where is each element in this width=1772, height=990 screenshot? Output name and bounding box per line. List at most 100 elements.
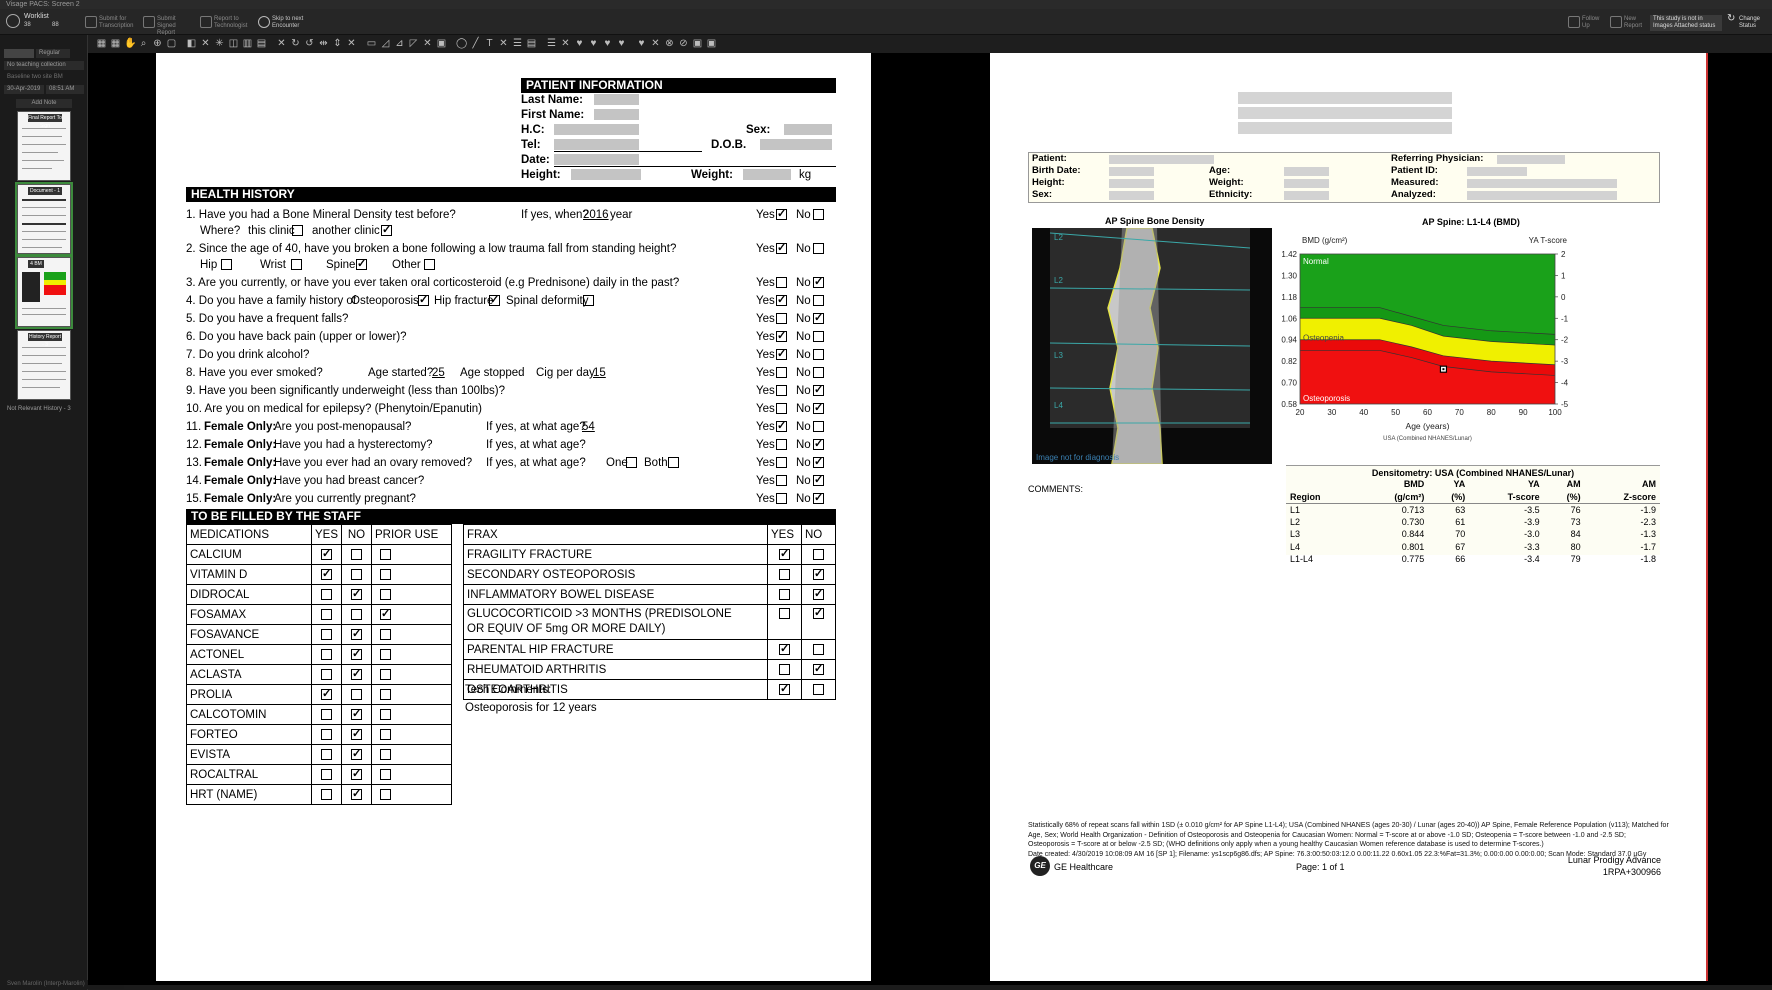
checkbox[interactable]: [321, 628, 332, 640]
tool-icon[interactable]: ✕: [346, 38, 357, 49]
tool-icon[interactable]: ▤: [526, 38, 537, 49]
checkbox[interactable]: [380, 768, 391, 780]
checkbox[interactable]: ✓: [351, 708, 362, 720]
thumbnail-final-report[interactable]: Final Report To Sign: [17, 111, 71, 181]
checkbox[interactable]: [380, 748, 391, 760]
tool-icon[interactable]: ✋: [124, 38, 136, 49]
checkbox[interactable]: [321, 728, 332, 740]
tool-icon[interactable]: ▢: [166, 38, 177, 49]
checkbox[interactable]: [779, 568, 790, 580]
tool-icon[interactable]: ☰: [546, 38, 557, 49]
tool-icon[interactable]: ♥: [602, 38, 613, 49]
checkbox[interactable]: [380, 668, 391, 680]
no-checkbox[interactable]: ✓: [813, 385, 824, 396]
checkbox[interactable]: [380, 688, 391, 700]
no-checkbox[interactable]: ✓: [813, 313, 824, 324]
submit-signed-button[interactable]: Submit Signed Report: [157, 16, 195, 37]
tool-icon[interactable]: ╱: [470, 38, 481, 49]
checkbox[interactable]: ✓: [351, 588, 362, 600]
worklist-icon[interactable]: [6, 14, 20, 28]
checkbox[interactable]: [321, 788, 332, 800]
no-checkbox[interactable]: ✓: [813, 277, 824, 288]
yes-checkbox[interactable]: [776, 313, 787, 324]
layout-select[interactable]: Regular: [36, 49, 70, 58]
checkbox[interactable]: [779, 663, 790, 675]
checkbox[interactable]: ✓: [321, 548, 332, 560]
spine-checkbox[interactable]: ✓: [356, 259, 367, 270]
change-status-button[interactable]: Change Status: [1739, 16, 1767, 30]
tool-icon[interactable]: ⊿: [394, 38, 405, 49]
no-checkbox[interactable]: ✓: [813, 403, 824, 414]
checkbox[interactable]: [380, 648, 391, 660]
tool-icon[interactable]: ▦: [96, 38, 107, 49]
report-technologist-button[interactable]: Report to Technologist: [214, 16, 254, 30]
tool-icon[interactable]: ✳: [214, 38, 225, 49]
yes-checkbox[interactable]: [776, 475, 787, 486]
checkbox[interactable]: ✓: [813, 568, 824, 580]
tool-icon[interactable]: ♥: [636, 38, 647, 49]
tool-icon[interactable]: ◿: [380, 38, 391, 49]
checkbox[interactable]: [321, 708, 332, 720]
another-clinic-checkbox[interactable]: ✓: [381, 225, 392, 236]
no-checkbox[interactable]: [813, 295, 824, 306]
checkbox[interactable]: ✓: [351, 768, 362, 780]
tool-icon[interactable]: ↻: [290, 38, 301, 49]
yes-checkbox[interactable]: ✓: [776, 209, 787, 220]
checkbox[interactable]: [380, 708, 391, 720]
no-checkbox[interactable]: [813, 209, 824, 220]
checkbox[interactable]: [351, 688, 362, 700]
no-checkbox[interactable]: ✓: [813, 457, 824, 468]
tool-icon[interactable]: ♥: [616, 38, 627, 49]
yes-checkbox[interactable]: [776, 367, 787, 378]
yes-checkbox[interactable]: ✓: [776, 243, 787, 254]
yes-checkbox[interactable]: ✓: [776, 331, 787, 342]
checkbox[interactable]: [380, 728, 391, 740]
tool-icon[interactable]: ⌕: [138, 38, 149, 49]
checkbox[interactable]: ✓: [351, 648, 362, 660]
thumbnail-bmd[interactable]: 4 BM: [15, 255, 73, 329]
tool-icon[interactable]: ▦: [110, 38, 121, 49]
checkbox[interactable]: [380, 628, 391, 640]
checkbox[interactable]: ✓: [321, 568, 332, 580]
checkbox[interactable]: ✓: [779, 548, 790, 560]
no-checkbox[interactable]: [813, 243, 824, 254]
checkbox[interactable]: [321, 588, 332, 600]
checkbox[interactable]: [351, 548, 362, 560]
not-relevant-history[interactable]: Not Relevant History - 3: [4, 405, 84, 414]
no-checkbox[interactable]: [813, 367, 824, 378]
tool-icon[interactable]: ♥: [574, 38, 585, 49]
checkbox[interactable]: [380, 568, 391, 580]
thumbnail-history-report[interactable]: History Report - 3: [17, 330, 71, 400]
osteoporosis-checkbox[interactable]: ✓: [418, 295, 429, 306]
tool-icon[interactable]: ▥: [242, 38, 253, 49]
tool-icon[interactable]: ▭: [366, 38, 377, 49]
teaching-collection[interactable]: No teaching collection: [4, 61, 84, 70]
checkbox[interactable]: ✓: [813, 588, 824, 600]
checkbox[interactable]: [779, 608, 790, 620]
checkbox[interactable]: [321, 648, 332, 660]
checkbox[interactable]: [351, 568, 362, 580]
checkbox[interactable]: [813, 683, 824, 695]
spinal-deformity-checkbox[interactable]: [583, 295, 594, 306]
checkbox[interactable]: [321, 668, 332, 680]
tool-icon[interactable]: ⊗: [664, 38, 675, 49]
tool-icon[interactable]: ✕: [560, 38, 571, 49]
yes-checkbox[interactable]: [776, 457, 787, 468]
checkbox[interactable]: [351, 608, 362, 620]
checkbox[interactable]: ✓: [321, 688, 332, 700]
checkbox[interactable]: [813, 643, 824, 655]
tool-icon[interactable]: ✕: [276, 38, 287, 49]
checkbox[interactable]: [380, 788, 391, 800]
tool-icon[interactable]: ▣: [706, 38, 717, 49]
follow-up-button[interactable]: Follow Up: [1582, 16, 1604, 30]
yes-checkbox[interactable]: [776, 277, 787, 288]
checkbox[interactable]: ✓: [351, 628, 362, 640]
no-checkbox[interactable]: ✓: [813, 439, 824, 450]
skip-next-button[interactable]: Skip to next Encounter: [272, 16, 312, 30]
checkbox[interactable]: [813, 548, 824, 560]
checkbox[interactable]: ✓: [351, 668, 362, 680]
yes-checkbox[interactable]: ✓: [776, 421, 787, 432]
both-checkbox[interactable]: [668, 457, 679, 468]
checkbox[interactable]: ✓: [351, 788, 362, 800]
tool-icon[interactable]: ↺: [304, 38, 315, 49]
